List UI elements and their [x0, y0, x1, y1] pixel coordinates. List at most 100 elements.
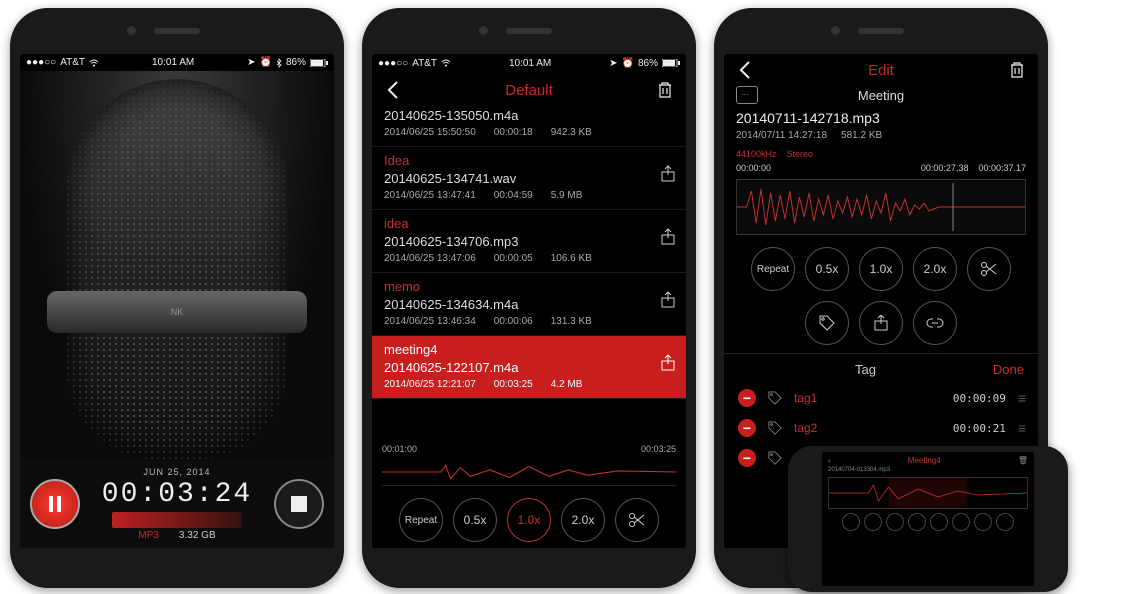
time-start: 00:00:00 — [736, 163, 771, 173]
pause-button[interactable] — [30, 479, 80, 529]
recording-title: memo — [384, 279, 676, 294]
drag-handle-icon[interactable]: ≡ — [1018, 420, 1024, 436]
share-button[interactable] — [859, 301, 903, 345]
tag-row[interactable]: − tag2 00:00:21 ≡ — [724, 413, 1038, 443]
list-item-selected[interactable]: meeting4 20140625-122107.m4a 2014/06/25 … — [372, 336, 686, 399]
small-waveform[interactable] — [828, 477, 1028, 509]
list-item[interactable]: idea 20140625-134706.mp3 2014/06/25 13:4… — [372, 210, 686, 273]
small-ctrl[interactable] — [886, 513, 904, 531]
list-item[interactable]: memo 20140625-134634.m4a 2014/06/25 13:4… — [372, 273, 686, 336]
share-button[interactable] — [660, 165, 676, 183]
file-duration: 00:00:06 — [494, 316, 533, 327]
speed-20-button[interactable]: 2.0x — [561, 498, 605, 542]
mic-brand-label: NK — [171, 307, 184, 317]
back-button[interactable] — [734, 59, 756, 81]
file-name: 20140625-135050.m4a — [384, 108, 676, 123]
small-ctrl[interactable] — [842, 513, 860, 531]
tag-name: tag1 — [794, 391, 941, 405]
nav-title: Edit — [868, 62, 894, 79]
small-ctrl[interactable] — [930, 513, 948, 531]
tag-icon — [819, 315, 835, 331]
clock-label: 10:01 AM — [152, 57, 194, 68]
file-date: 2014/06/25 15:50:50 — [384, 127, 476, 138]
clock-label: 10:01 AM — [509, 58, 551, 69]
drag-handle-icon[interactable]: ≡ — [1018, 390, 1024, 406]
format-label: MP3 — [138, 530, 159, 541]
remove-tag-button[interactable]: − — [738, 449, 756, 467]
repeat-button[interactable]: Repeat — [751, 247, 795, 291]
file-size: 4.2 MB — [551, 379, 583, 390]
link-button[interactable] — [913, 301, 957, 345]
recorder-controls: JUN 25, 2014 00:03:24 MP3 3.32 GB — [20, 459, 334, 548]
list-item[interactable]: Idea 20140625-134741.wav 2014/06/25 13:4… — [372, 147, 686, 210]
time-mid: 00:00:27.38 — [921, 163, 969, 173]
file-name: 20140625-134741.wav — [384, 171, 676, 186]
delete-button[interactable] — [1006, 59, 1028, 81]
small-ctrl[interactable] — [952, 513, 970, 531]
file-date: 2014/07/11 14:27:18 — [736, 130, 827, 141]
play-position: 00:01:00 — [382, 444, 417, 454]
file-size: 106.6 KB — [551, 253, 592, 264]
repeat-button[interactable]: Repeat — [399, 498, 443, 542]
file-duration: 00:03:25 — [494, 379, 533, 390]
file-size: 131.3 KB — [551, 316, 592, 327]
file-duration: 00:00:05 — [494, 253, 533, 264]
recording-title: Idea — [384, 153, 676, 168]
file-duration: 00:04:59 — [494, 190, 533, 201]
share-icon — [874, 315, 888, 331]
channels: Stereo — [787, 149, 814, 159]
small-title: Meeting4 — [908, 456, 941, 465]
speed-20-button[interactable]: 2.0x — [913, 247, 957, 291]
share-button[interactable] — [660, 354, 676, 372]
share-button[interactable] — [660, 291, 676, 309]
delete-button[interactable] — [654, 79, 676, 101]
folder-label: Meeting — [768, 88, 994, 103]
stop-button[interactable] — [274, 479, 324, 529]
time-ruler: 00:00:00 00:00:27.38 00:00:37.17 — [724, 159, 1038, 175]
file-size: 5.9 MB — [551, 190, 583, 201]
speed-10-button[interactable]: 1.0x — [507, 498, 551, 542]
delete-icon[interactable]: 🗑 — [1018, 456, 1028, 465]
tag-time: 00:00:21 — [953, 422, 1006, 435]
remove-tag-button[interactable]: − — [738, 419, 756, 437]
file-info: 20140711-142718.mp3 2014/07/11 14:27:185… — [724, 106, 1038, 149]
tag-header-title: Tag — [738, 362, 993, 377]
recordings-list[interactable]: 20140625-135050.m4a 2014/06/25 15:50:50 0… — [372, 108, 686, 440]
speed-10-button[interactable]: 1.0x — [859, 247, 903, 291]
back-icon[interactable]: ‹ — [828, 456, 831, 465]
small-ctrl[interactable] — [864, 513, 882, 531]
small-ctrl[interactable] — [996, 513, 1014, 531]
file-date: 2014/06/25 12:21:07 — [384, 379, 476, 390]
trim-button[interactable] — [967, 247, 1011, 291]
recording-timer: 00:03:24 — [102, 479, 252, 510]
share-button[interactable] — [660, 228, 676, 246]
small-ctrl[interactable] — [908, 513, 926, 531]
file-date: 2014/06/25 13:47:41 — [384, 190, 476, 201]
tag-row[interactable]: − tag1 00:00:09 ≡ — [724, 383, 1038, 413]
battery-label: 86% — [638, 58, 658, 69]
battery-icon — [662, 59, 680, 67]
recording-title: idea — [384, 216, 676, 231]
speed-05-button[interactable]: 0.5x — [805, 247, 849, 291]
small-ctrl[interactable] — [974, 513, 992, 531]
time-end: 00:00:37.17 — [978, 163, 1026, 173]
tag-button[interactable] — [805, 301, 849, 345]
list-item[interactable]: 20140625-135050.m4a 2014/06/25 15:50:500… — [372, 108, 686, 147]
tag-icon — [768, 451, 782, 465]
nav-title: Default — [505, 82, 553, 99]
remove-tag-button[interactable]: − — [738, 389, 756, 407]
back-button[interactable] — [382, 79, 404, 101]
trim-button[interactable] — [615, 498, 659, 542]
chat-icon[interactable]: ⋯ — [736, 86, 758, 104]
location-icon: ➤ — [247, 57, 255, 68]
battery-label: 86% — [286, 57, 306, 68]
playback-controls: Repeat 0.5x 1.0x 2.0x — [372, 490, 686, 548]
playback-waveform[interactable] — [382, 458, 676, 486]
done-button[interactable]: Done — [993, 362, 1024, 377]
edit-waveform[interactable] — [736, 179, 1026, 235]
navbar: Default — [372, 72, 686, 108]
link-icon — [926, 318, 944, 328]
speed-05-button[interactable]: 0.5x — [453, 498, 497, 542]
tag-time: 00:00:09 — [953, 392, 1006, 405]
screen-list: ●●●○○AT&T 10:01 AM ➤⏰86% Default 2014062… — [372, 54, 686, 548]
